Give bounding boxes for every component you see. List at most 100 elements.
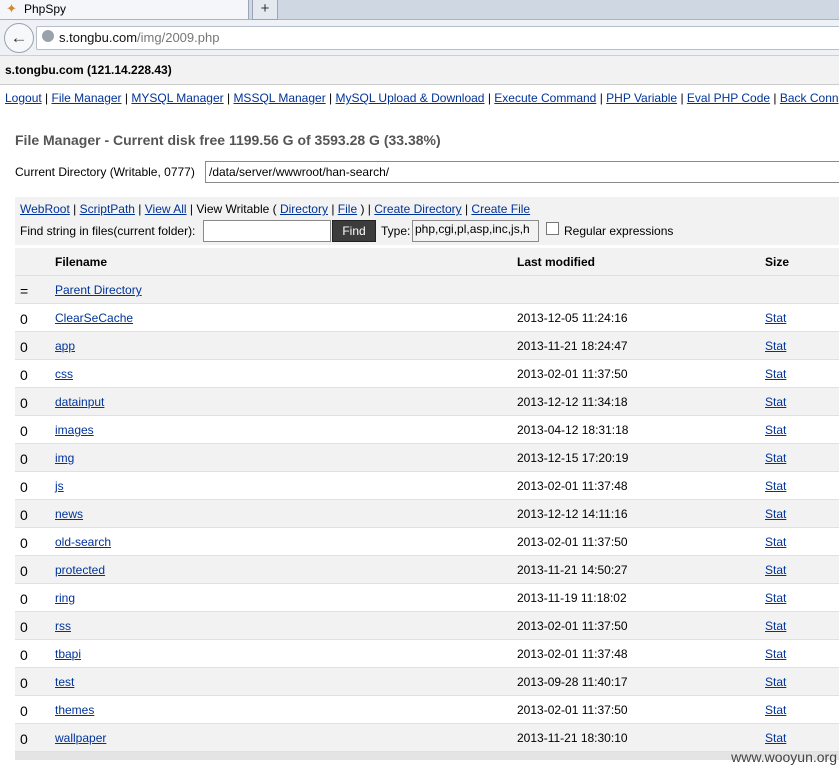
table-row: 0 img 2013-12-15 17:20:19 Stat [15, 444, 839, 472]
file-table: Filename Last modified Size = Parent Dir… [15, 248, 839, 752]
stat-link[interactable]: Stat [765, 395, 786, 409]
menu-file-manager[interactable]: File Manager [52, 91, 122, 105]
address-bar[interactable]: s.tongbu.com/img/2009.php [36, 26, 839, 50]
directory-link[interactable]: ring [55, 591, 75, 605]
stat-link[interactable]: Stat [765, 535, 786, 549]
stat-link[interactable]: Stat [765, 703, 786, 717]
url-host: s.tongbu.com [59, 30, 138, 45]
stat-link[interactable]: Stat [765, 675, 786, 689]
directory-link[interactable]: js [55, 479, 64, 493]
browser-nav-bar: ← s.tongbu.com/img/2009.php [0, 20, 839, 56]
stat-link[interactable]: Stat [765, 619, 786, 633]
table-footer [15, 752, 839, 760]
scriptpath-link[interactable]: ScriptPath [80, 202, 135, 216]
create-file-link[interactable]: Create File [471, 202, 530, 216]
directory-link[interactable]: img [55, 451, 74, 465]
url-path: /img/2009.php [137, 30, 220, 45]
tool-links: WebRoot | ScriptPath | View All | View W… [20, 202, 531, 216]
stat-link[interactable]: Stat [765, 591, 786, 605]
menu-execute-command[interactable]: Execute Command [494, 91, 596, 105]
directory-link[interactable]: css [55, 367, 73, 381]
last-modified: 2013-11-21 18:24:47 [517, 339, 628, 353]
directory-link[interactable]: datainput [55, 395, 104, 409]
table-row: 0 ring 2013-11-19 11:18:02 Stat [15, 584, 839, 612]
directory-link[interactable]: old-search [55, 535, 111, 549]
parent-marker: = [20, 283, 29, 299]
tab-title: PhpSpy [24, 2, 67, 16]
parent-directory-link[interactable]: Parent Directory [55, 283, 142, 297]
stat-link[interactable]: Stat [765, 451, 786, 465]
type-label: Type: [381, 224, 411, 238]
table-row: 0 tbapi 2013-02-01 11:37:48 Stat [15, 640, 839, 668]
stat-link[interactable]: Stat [765, 507, 786, 521]
table-row: 0 protected 2013-11-21 14:50:27 Stat [15, 556, 839, 584]
webroot-link[interactable]: WebRoot [20, 202, 70, 216]
type-input[interactable]: php,cgi,pl,asp,inc,js,h [412, 220, 539, 242]
browser-tab[interactable]: ✦ PhpSpy [0, 0, 249, 19]
column-filename: Filename [55, 255, 108, 269]
stat-link[interactable]: Stat [765, 339, 786, 353]
row-marker: 0 [20, 647, 28, 663]
stat-link[interactable]: Stat [765, 563, 786, 577]
create-directory-link[interactable]: Create Directory [374, 202, 461, 216]
directory-link[interactable]: test [55, 675, 74, 689]
menu-back-conn[interactable]: Back Conn [780, 91, 839, 105]
table-row: 0 ClearSeCache 2013-12-05 11:24:16 Stat [15, 304, 839, 332]
view-writable-file-link[interactable]: File [338, 202, 357, 216]
directory-link[interactable]: app [55, 339, 75, 353]
page-title: File Manager - Current disk free 1199.56… [15, 132, 441, 148]
directory-link[interactable]: themes [55, 703, 94, 717]
directory-link[interactable]: protected [55, 563, 105, 577]
globe-icon [42, 30, 54, 42]
table-row: 0 images 2013-04-12 18:31:18 Stat [15, 416, 839, 444]
row-marker: 0 [20, 507, 28, 523]
find-button[interactable]: Find [332, 220, 376, 242]
directory-link[interactable]: ClearSeCache [55, 311, 133, 325]
row-marker: 0 [20, 451, 28, 467]
menu-logout[interactable]: Logout [5, 91, 42, 105]
stat-link[interactable]: Stat [765, 647, 786, 661]
current-directory-label: Current Directory (Writable, 0777) [15, 165, 195, 179]
last-modified: 2013-11-21 18:30:10 [517, 731, 628, 745]
row-marker: 0 [20, 395, 28, 411]
view-writable-directory-link[interactable]: Directory [280, 202, 328, 216]
phpspy-favicon-icon: ✦ [6, 1, 17, 16]
row-marker: 0 [20, 591, 28, 607]
stat-link[interactable]: Stat [765, 731, 786, 745]
directory-link[interactable]: rss [55, 619, 71, 633]
stat-link[interactable]: Stat [765, 423, 786, 437]
last-modified: 2013-11-21 14:50:27 [517, 563, 628, 577]
menu-mysql-upload-download[interactable]: MySQL Upload & Download [336, 91, 485, 105]
row-marker: 0 [20, 479, 28, 495]
directory-link[interactable]: tbapi [55, 647, 81, 661]
table-header: Filename Last modified Size [15, 248, 839, 276]
table-row: 0 js 2013-02-01 11:37:48 Stat [15, 472, 839, 500]
stat-link[interactable]: Stat [765, 367, 786, 381]
new-tab-button[interactable]: + [252, 0, 278, 20]
row-marker: 0 [20, 311, 28, 327]
row-marker: 0 [20, 339, 28, 355]
url-text: s.tongbu.com/img/2009.php [59, 30, 219, 45]
find-label: Find string in files(current folder): [20, 224, 196, 238]
directory-link[interactable]: news [55, 507, 83, 521]
menu-mssql-manager[interactable]: MSSQL Manager [233, 91, 325, 105]
menu-mysql-manager[interactable]: MYSQL Manager [131, 91, 223, 105]
regex-checkbox[interactable] [546, 222, 559, 235]
stat-link[interactable]: Stat [765, 479, 786, 493]
directory-link[interactable]: images [55, 423, 94, 437]
directory-link[interactable]: wallpaper [55, 731, 106, 745]
column-last-modified: Last modified [517, 255, 596, 269]
table-row: 0 css 2013-02-01 11:37:50 Stat [15, 360, 839, 388]
find-string-input[interactable] [203, 220, 331, 242]
stat-link[interactable]: Stat [765, 311, 786, 325]
row-marker: 0 [20, 367, 28, 383]
last-modified: 2013-12-12 14:11:16 [517, 507, 628, 521]
current-directory-input[interactable] [205, 161, 839, 183]
view-all-link[interactable]: View All [145, 202, 187, 216]
last-modified: 2013-02-01 11:37:48 [517, 647, 628, 661]
menu-php-variable[interactable]: PHP Variable [606, 91, 677, 105]
menu-eval-php-code[interactable]: Eval PHP Code [687, 91, 770, 105]
row-marker: 0 [20, 535, 28, 551]
back-arrow-icon[interactable]: ← [4, 23, 34, 53]
table-row: 0 old-search 2013-02-01 11:37:50 Stat [15, 528, 839, 556]
